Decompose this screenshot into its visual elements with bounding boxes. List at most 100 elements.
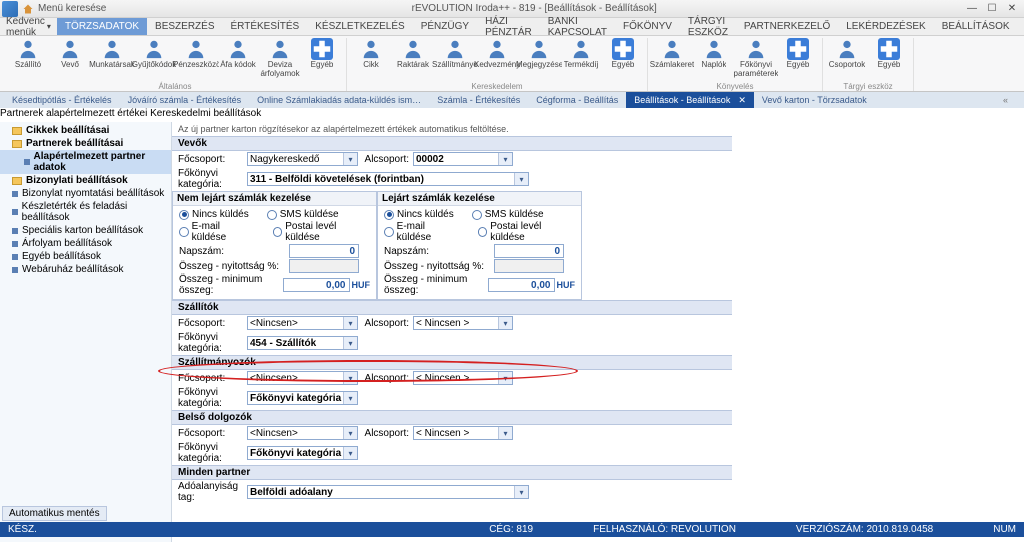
ribbon-főkönyvi-paraméterek[interactable]: Főkönyvi paraméterek bbox=[736, 38, 776, 78]
panel-left-nyit[interactable] bbox=[289, 259, 359, 273]
radio-panel-right-2[interactable]: E-mail küldése bbox=[384, 221, 460, 243]
ribbon-szállító[interactable]: Szállító bbox=[8, 38, 48, 78]
ribbon-kedvezmények[interactable]: Kedvezmények bbox=[477, 38, 517, 78]
szallit-alcsoport[interactable]: < Nincsen >▾ bbox=[413, 371, 513, 385]
ribbon-raktárak[interactable]: Raktárak bbox=[393, 38, 433, 78]
doc-tab-6[interactable]: Vevő karton - Törzsadatok bbox=[754, 92, 875, 108]
radio-panel-right-0[interactable]: Nincs küldés bbox=[384, 209, 454, 220]
tree-webáruház-beállítások[interactable]: Webáruház beállítások bbox=[0, 263, 171, 276]
belso-fokonyv[interactable]: Főkönyvi kategória -1▾ bbox=[247, 446, 358, 460]
ribbon-pénzeszközök[interactable]: Pénzeszközök bbox=[176, 38, 216, 78]
tree-cikkek-beállításai[interactable]: Cikkek beállításai bbox=[0, 124, 171, 137]
belso-focsoport[interactable]: <Nincsen>▾ bbox=[247, 426, 358, 440]
ribbon-egyéb[interactable]: Egyéb bbox=[778, 38, 818, 78]
home-icon[interactable] bbox=[22, 3, 34, 15]
szallit-focsoport[interactable]: <Nincsen>▾ bbox=[247, 371, 358, 385]
tree-árfolyam-beállítások[interactable]: Árfolyam beállítások bbox=[0, 237, 171, 250]
menu-tárgyi eszköz[interactable]: TÁRGYI ESZKÖZ bbox=[680, 18, 736, 35]
ribbon-megjegyzések[interactable]: Megjegyzések bbox=[519, 38, 559, 78]
search-label[interactable]: Menü keresése bbox=[38, 3, 106, 14]
radio-panel-left-0[interactable]: Nincs küldés bbox=[179, 209, 249, 220]
menu-házi pénztár[interactable]: HÁZI PÉNZTÁR bbox=[477, 18, 540, 35]
lbl-fokonyv: Főkönyvi kategória: bbox=[172, 168, 247, 190]
menu-partnerkezelő[interactable]: PARTNERKEZELŐ bbox=[736, 18, 838, 35]
menu-banki kapcsolat[interactable]: BANKI KAPCSOLAT bbox=[540, 18, 615, 35]
menu-főkönyv[interactable]: FŐKÖNYV bbox=[615, 18, 680, 35]
doc-tab-4[interactable]: Cégforma - Beállítás bbox=[528, 92, 626, 108]
doc-tab-3[interactable]: Számla - Értékesítés bbox=[429, 92, 528, 108]
ribbon-deviza-árfolyamok[interactable]: Deviza árfolyamok bbox=[260, 38, 300, 78]
radio-panel-right-1[interactable]: SMS küldése bbox=[472, 209, 544, 220]
tree-alapértelmezett-partner-adatok[interactable]: Alapértelmezett partner adatok bbox=[0, 150, 171, 174]
menu-pénzügy[interactable]: PÉNZÜGY bbox=[413, 18, 477, 35]
radio-panel-right-3[interactable]: Postai levél küldése bbox=[478, 221, 575, 243]
panel-left-min[interactable]: 0,00 bbox=[283, 278, 350, 292]
tree-speciális-karton-beállítások[interactable]: Speciális karton beállítások bbox=[0, 224, 171, 237]
vevok-alcsoport[interactable]: 00002▾ bbox=[413, 152, 513, 166]
panel-left-napszam[interactable]: 0 bbox=[289, 244, 359, 258]
ribbon-naplók[interactable]: Naplók bbox=[694, 38, 734, 78]
panel-right-nyit[interactable] bbox=[494, 259, 564, 273]
menu-törzsadatok[interactable]: TÖRZSADATOK bbox=[57, 18, 147, 35]
favorites-menu[interactable]: Kedvenc menük ▾ bbox=[0, 16, 57, 38]
status-bar: KÉSZ. CÉG: 819 FELHASZNÁLÓ: REVOLUTION V… bbox=[0, 522, 1024, 537]
menu-beszerzés[interactable]: BESZERZÉS bbox=[147, 18, 222, 35]
radio-panel-left-3[interactable]: Postai levél küldése bbox=[273, 221, 370, 243]
doc-tab-5[interactable]: Beállítások - Beállítások ✕ bbox=[626, 92, 754, 108]
panel-right-napszam[interactable]: 0 bbox=[494, 244, 564, 258]
ribbon-munkatársak[interactable]: Munkatársak bbox=[92, 38, 132, 78]
menu-beállítások[interactable]: BEÁLLÍTÁSOK bbox=[934, 18, 1018, 35]
vevok-focsoport[interactable]: Nagykereskedő▾ bbox=[247, 152, 358, 166]
doc-tab-0[interactable]: Késedtipótlás - Értékelés bbox=[4, 92, 120, 108]
ribbon-számlakeret[interactable]: Számlakeret bbox=[652, 38, 692, 78]
vevok-fokonyv[interactable]: 311 - Belföldi követelések (forintban)▾ bbox=[247, 172, 529, 186]
maximize-button[interactable]: ☐ bbox=[982, 2, 1002, 16]
autosave-button[interactable]: Automatikus mentés bbox=[2, 506, 107, 521]
ribbon-gyűjtőkódok[interactable]: Gyűjtőkódok bbox=[134, 38, 174, 78]
radio-panel-left-2[interactable]: E-mail küldése bbox=[179, 221, 255, 243]
close-button[interactable]: ✕ bbox=[1002, 2, 1022, 16]
tree-bizonylat-nyomtatási-beállítások[interactable]: Bizonylat nyomtatási beállítások bbox=[0, 187, 171, 200]
szallitok-alcsoport[interactable]: < Nincsen >▾ bbox=[413, 316, 513, 330]
szallit-fokonyv[interactable]: Főkönyvi kategória -1▾ bbox=[247, 391, 358, 405]
ribbon-cikk[interactable]: Cikk bbox=[351, 38, 391, 78]
doc-tab-1[interactable]: Jóváíró számla - Értékesítés bbox=[120, 92, 250, 108]
panel-right-min[interactable]: 0,00 bbox=[488, 278, 555, 292]
app-icon bbox=[2, 1, 18, 17]
ribbon-szállítmányozók[interactable]: Szállítmányozók bbox=[435, 38, 475, 78]
deco-chevron: « bbox=[1003, 95, 1024, 105]
tree-egyéb-beállítások[interactable]: Egyéb beállítások bbox=[0, 250, 171, 263]
tree-partnerek-beállításai[interactable]: Partnerek beállításai bbox=[0, 137, 171, 150]
ribbon-vevő[interactable]: Vevő bbox=[50, 38, 90, 78]
page-desc: Az új partner karton rögzítésekor az ala… bbox=[172, 122, 1024, 136]
belso-fokonyv-lbl: Főkönyvi kategória: bbox=[172, 442, 247, 464]
menu-bar: Kedvenc menük ▾ TÖRZSADATOKBESZERZÉSÉRTÉ… bbox=[0, 18, 1024, 36]
section-minden: Minden partner bbox=[172, 465, 732, 480]
main-area: Cikkek beállításaiPartnerek beállításaiA… bbox=[0, 122, 1024, 542]
tree-készletérték-és-feladási-beállítások[interactable]: Készletérték és feladási beállítások bbox=[0, 200, 171, 224]
status-user: FELHASZNÁLÓ: REVOLUTION bbox=[593, 524, 736, 535]
ribbon-áfa-kódok[interactable]: Áfa kódok bbox=[218, 38, 258, 78]
menu-készletkezelés[interactable]: KÉSZLETKEZELÉS bbox=[307, 18, 412, 35]
ribbon-egyéb[interactable]: Egyéb bbox=[603, 38, 643, 78]
tree-bizonylati-beállítások[interactable]: Bizonylati beállítások bbox=[0, 174, 171, 187]
szallitok-fokonyv[interactable]: 454 - Szállítók▾ bbox=[247, 336, 358, 350]
doc-tab-2[interactable]: Online Számlakiadás adata-küldés ism… bbox=[249, 92, 429, 108]
szallit-focsoport-lbl: Főcsoport: bbox=[172, 373, 247, 384]
szallitok-focsoport[interactable]: <Nincsen>▾ bbox=[247, 316, 358, 330]
menu-értékesítés[interactable]: ÉRTÉKESÍTÉS bbox=[223, 18, 308, 35]
belso-alcsoport[interactable]: < Nincsen >▾ bbox=[413, 426, 513, 440]
ribbon-termékdíj[interactable]: Termékdíj bbox=[561, 38, 601, 78]
adoalany-field[interactable]: Belföldi adóalany▾ bbox=[247, 485, 529, 499]
radio-panel-left-1[interactable]: SMS küldése bbox=[267, 209, 339, 220]
ribbon-egyéb[interactable]: Egyéb bbox=[869, 38, 909, 78]
ribbon: SzállítóVevőMunkatársakGyűjtőkódokPénzes… bbox=[0, 36, 1024, 92]
menu-lekérdezések[interactable]: LEKÉRDEZÉSEK bbox=[838, 18, 933, 35]
ribbon-egyéb[interactable]: Egyéb bbox=[302, 38, 342, 78]
menu-export-import[interactable]: EXPORT-IMPORT bbox=[1018, 18, 1024, 35]
ribbon-csoportok[interactable]: Csoportok bbox=[827, 38, 867, 78]
page-band: Partnerek alapértelmezett értékei Keresk… bbox=[0, 108, 1024, 122]
settings-content: Az új partner karton rögzítésekor az ala… bbox=[172, 122, 1024, 542]
minimize-button[interactable]: — bbox=[962, 2, 982, 16]
document-tabs: Késedtipótlás - ÉrtékelésJóváíró számla … bbox=[0, 92, 1024, 108]
